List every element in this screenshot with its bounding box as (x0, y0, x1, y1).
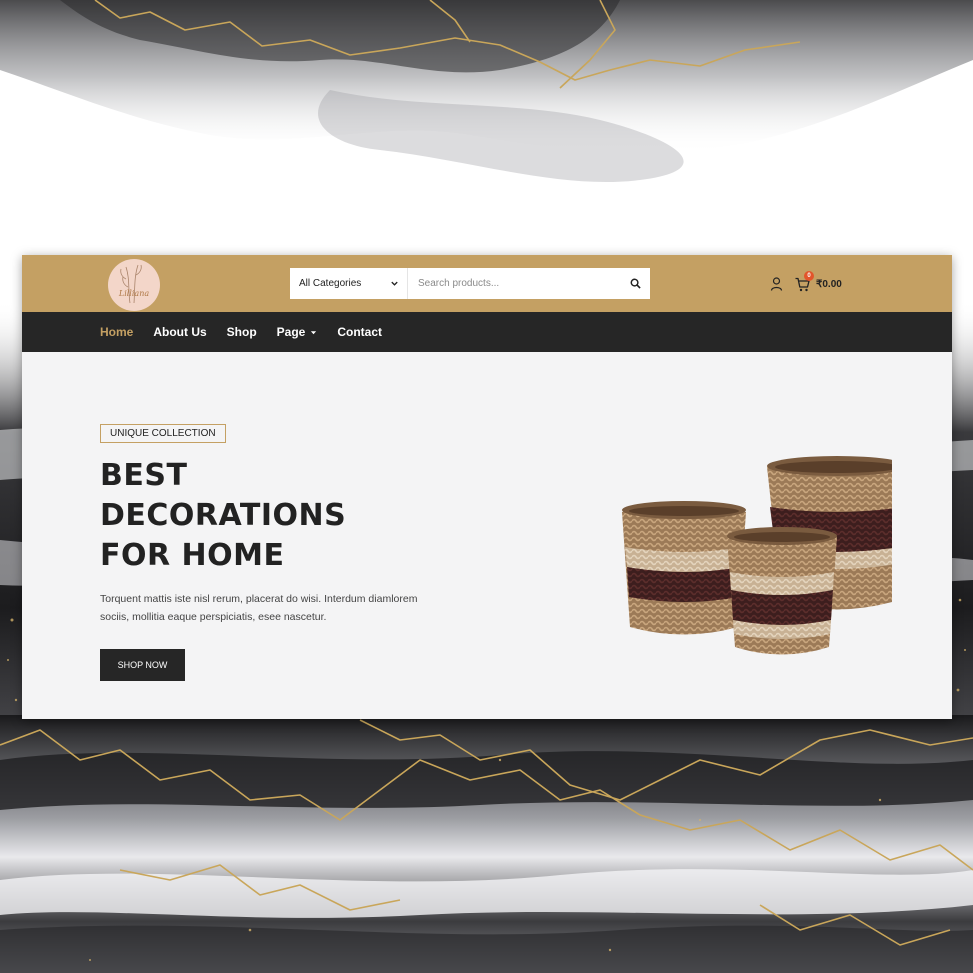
website-preview: Lilliana All Categories Search products.… (22, 255, 952, 719)
nav-label: Page (276, 325, 306, 339)
shop-now-button[interactable]: SHOP NOW (100, 649, 185, 681)
nav-item-home[interactable]: Home (100, 325, 133, 339)
chevron-down-icon (391, 281, 398, 286)
hero-baskets-image (592, 452, 892, 662)
mini-cart[interactable]: 0 ₹0.00 (795, 270, 842, 292)
category-select[interactable]: All Categories (290, 268, 408, 299)
search-input[interactable] (408, 268, 620, 299)
nav-item-shop[interactable]: Shop (227, 325, 257, 339)
site-logo[interactable]: Lilliana (108, 259, 160, 311)
hero-section: UNIQUE COLLECTION BEST DECORATIONS FOR H… (22, 352, 952, 719)
logo-plant-icon (120, 264, 142, 304)
nav-label: Contact (337, 325, 383, 339)
nav-item-contact[interactable]: Contact (337, 325, 382, 339)
hero-headline: BEST DECORATIONS FOR HOME (100, 456, 460, 576)
user-icon[interactable] (770, 277, 783, 291)
caret-down-icon (311, 330, 317, 334)
cart-icon: 0 (795, 270, 814, 292)
cart-total: ₹0.00 (816, 278, 842, 290)
nav-label: Home (100, 325, 134, 339)
search-button[interactable] (620, 268, 650, 299)
headline-line: DECORATIONS (100, 498, 347, 533)
headline-line: BEST (100, 458, 188, 493)
headline-line: FOR HOME (100, 538, 285, 573)
hero-description: Torquent mattis iste nisl rerum, placera… (100, 593, 418, 623)
search-bar: All Categories (290, 268, 650, 299)
category-select-value: All Categories (299, 278, 362, 289)
logo-text: Lilliana (118, 289, 150, 298)
nav-label: Shop (226, 325, 257, 339)
main-navigation: Home About Us Shop Page Contact (22, 312, 952, 352)
nav-label: About Us (153, 325, 207, 339)
nav-item-page[interactable]: Page (277, 325, 318, 339)
cart-count-badge: 0 (804, 270, 814, 281)
header-bar: Lilliana All Categories Search products.… (22, 255, 952, 312)
hero-tag: UNIQUE COLLECTION (100, 424, 226, 443)
search-icon (630, 278, 641, 289)
nav-item-about-us[interactable]: About Us (153, 325, 206, 339)
